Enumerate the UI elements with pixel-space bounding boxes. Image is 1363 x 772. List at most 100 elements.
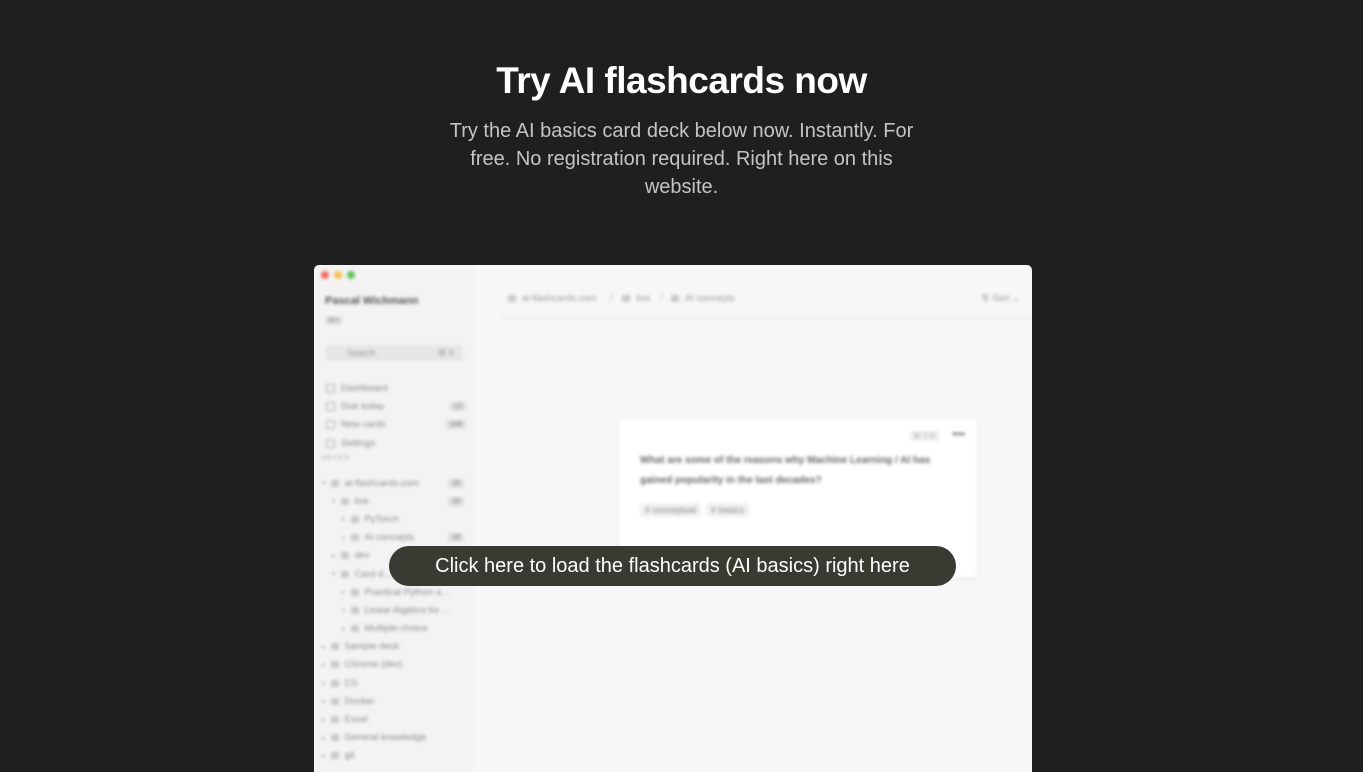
minimize-dot-icon <box>334 271 342 279</box>
chevron-right-icon: ▸ <box>322 661 326 669</box>
circle-icon <box>326 420 335 430</box>
chevron-down-icon: ▾ <box>332 498 336 506</box>
sort-label: Sort <box>991 293 1010 304</box>
deck-label: dev <box>354 550 370 562</box>
app-preview-blurred: Pascal Wichmann dev Search ⌘ K Dashboard… <box>314 265 1032 772</box>
deck-tree-item: ▸ CS <box>322 674 464 692</box>
chevron-right-icon: ▸ <box>342 607 346 615</box>
deck-label: ai-flashcards.com <box>344 477 419 489</box>
page-subtitle: Try the AI basics card deck below now. I… <box>449 120 914 198</box>
deck-label: Sample deck <box>344 641 400 653</box>
chevron-right-icon: ▸ <box>322 680 326 688</box>
deck-icon <box>330 716 339 724</box>
nav-list: Dashboard Due today 12 New cards 248 Settings <box>326 379 466 452</box>
nav-item-count: 248 <box>446 420 466 430</box>
tag: # basics <box>706 503 750 517</box>
profile-badge: dev <box>325 316 343 325</box>
decks-heading: DECKS <box>321 455 351 462</box>
breadcrumb-item: AI concepts <box>671 293 735 304</box>
breadcrumb-item: ai-flashcards.com <box>508 293 596 304</box>
topbar: ai-flashcards.com / live / AI concepts ⇅… <box>502 291 1032 319</box>
deck-label: CS <box>344 677 358 689</box>
deck-label: live <box>354 495 369 507</box>
deck-label: git <box>344 750 355 762</box>
deck-icon <box>330 697 339 705</box>
deck-icon <box>340 552 349 560</box>
deck-icon <box>330 679 339 687</box>
deck-count: 18 <box>448 496 464 506</box>
deck-label: Multiple-choice <box>364 623 428 635</box>
nav-item-label: Dashboard <box>341 382 388 394</box>
nav-item-label: Settings <box>341 437 376 449</box>
deck-icon <box>350 534 359 542</box>
deck-icon <box>622 295 630 302</box>
chevron-right-icon: ▸ <box>322 752 326 760</box>
deck-tree-item: ▸ Docker <box>322 692 464 710</box>
sidebar: Pascal Wichmann dev Search ⌘ K Dashboard… <box>314 265 474 772</box>
nav-item: Settings <box>326 434 466 452</box>
card-question: What are some of the reasons why Machine… <box>640 455 931 486</box>
chart-icon <box>326 383 335 393</box>
deck-icon <box>340 570 349 578</box>
inbox-icon <box>326 401 335 411</box>
close-dot-icon <box>321 271 329 279</box>
deck-icon <box>350 515 359 523</box>
nav-item: Due today 12 <box>326 397 466 415</box>
deck-icon <box>671 295 679 302</box>
nav-item: Dashboard <box>326 379 466 397</box>
deck-icon <box>350 606 359 614</box>
deck-tree-item: ▸ PyTorch <box>322 510 464 528</box>
breadcrumb-label: ai-flashcards.com <box>522 293 597 304</box>
chevron-right-icon: ▸ <box>342 534 346 542</box>
chevron-right-icon: ▸ <box>342 516 346 524</box>
maximize-dot-icon <box>347 271 355 279</box>
nav-item-label: New cards <box>341 419 386 431</box>
deck-label: AI concepts <box>364 532 415 544</box>
app-preview[interactable]: Pascal Wichmann dev Search ⌘ K Dashboard… <box>314 265 1032 772</box>
deck-label: PyTorch <box>364 513 399 525</box>
window-controls <box>321 271 355 279</box>
nav-item-count: 12 <box>450 401 466 411</box>
card-shortcut: ⌘ ⇧ E <box>909 431 939 441</box>
deck-icon <box>330 734 339 742</box>
chevron-right-icon: ▸ <box>322 734 326 742</box>
sort-button: ⇅ Sort ⌄ <box>981 293 1020 304</box>
deck-tree-item: ▸ AI concepts 18 <box>322 529 464 547</box>
search-input: Search ⌘ K <box>325 345 463 361</box>
card-tags: # conceptual # basics <box>640 503 750 517</box>
deck-label: Excel <box>344 714 368 726</box>
deck-count: 18 <box>448 478 464 488</box>
deck-tree-item: ▾ live 18 <box>322 492 464 510</box>
nav-item-label: Due today <box>341 400 385 412</box>
load-flashcards-button[interactable]: Click here to load the flashcards (AI ba… <box>389 546 956 586</box>
deck-tree-item: ▸ git <box>322 747 464 765</box>
deck-tree-item: ▸ Multiple-choice <box>322 620 464 638</box>
page-title: Try AI flashcards now <box>496 60 867 101</box>
deck-icon <box>340 497 349 505</box>
chevron-right-icon: ▸ <box>342 589 346 597</box>
nav-item: New cards 248 <box>326 416 466 434</box>
deck-label: Linear Algebra for ... <box>364 604 451 616</box>
deck-icon <box>350 625 359 633</box>
deck-tree-item: ▸ Sample deck <box>322 638 464 656</box>
deck-label: Chrome (dev) <box>344 659 403 671</box>
deck-icon <box>330 643 339 651</box>
more-icon: ••• <box>952 427 965 441</box>
deck-icon <box>350 588 359 596</box>
deck-tree-item: ▾ ai-flashcards.com 18 <box>322 474 464 492</box>
chevron-right-icon: ▸ <box>322 716 326 724</box>
profile-name: Pascal Wichmann <box>325 295 419 307</box>
breadcrumb-separator: / <box>660 293 663 304</box>
deck-label: Docker <box>344 695 375 707</box>
tag: # conceptual <box>640 503 702 517</box>
breadcrumb-item: live <box>622 293 650 304</box>
chevron-right-icon: ▸ <box>332 552 336 560</box>
chevron-right-icon: ▸ <box>322 698 326 706</box>
deck-tree-item: ▸ Chrome (dev) <box>322 656 464 674</box>
deck-tree-item: ▸ General knowledge <box>322 729 464 747</box>
deck-tree: ▾ ai-flashcards.com 18 ▾ live 18 ▸ PyTorch ▸ AI c… <box>322 474 464 765</box>
chevron-right-icon: ▸ <box>322 643 326 651</box>
search-shortcut: ⌘ K <box>437 348 455 358</box>
deck-tree-item: ▸ Linear Algebra for ... <box>322 601 464 619</box>
breadcrumb-label: AI concepts <box>685 293 735 304</box>
